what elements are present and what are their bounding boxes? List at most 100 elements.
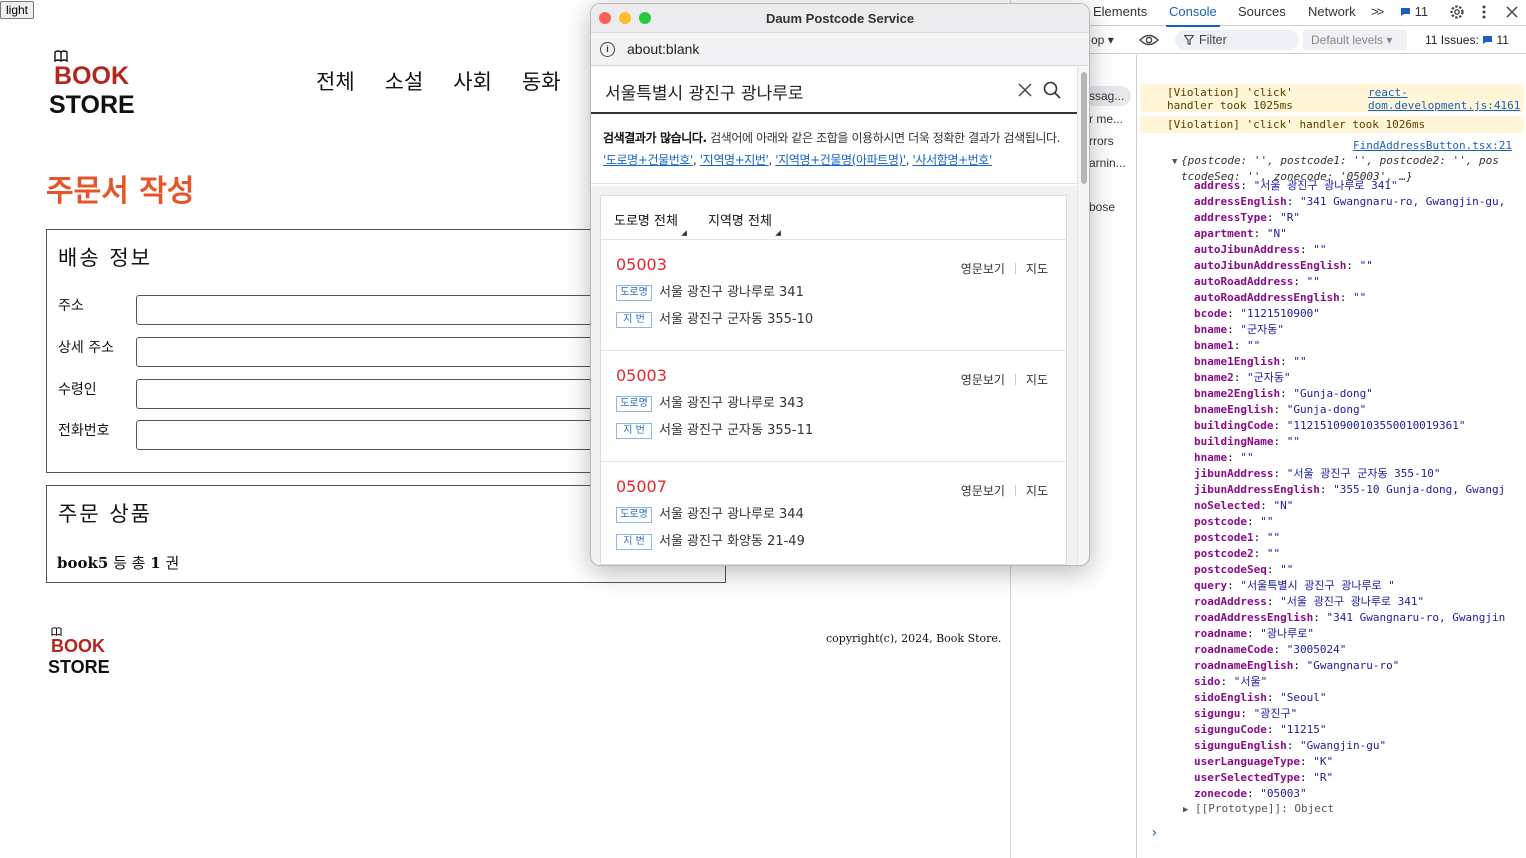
context-label: op [1091,33,1105,47]
english-view-link[interactable]: 영문보기 [961,484,1005,498]
english-view-link[interactable]: 영문보기 [961,373,1005,387]
nav-item-society[interactable]: 사회 [453,66,492,96]
object-property-row: userSelectedType: "R" [1194,771,1334,784]
property-key: roadAddress [1194,595,1267,608]
tab-sources[interactable]: Sources [1238,4,1286,19]
eye-icon[interactable] [1139,33,1159,47]
english-view-link[interactable]: 영문보기 [961,262,1005,276]
more-tabs-button[interactable]: >> [1371,4,1384,19]
object-property-row: userLanguageType: "K" [1194,755,1334,768]
hint-pobox[interactable]: '사서함명+번호' [913,153,993,167]
issues-count: 11 [1496,33,1509,47]
detail-address-label: 상세 주소 [58,340,114,356]
region-filter-dropdown[interactable]: 지역명 전체 [708,210,781,236]
source-link[interactable]: FindAddressButton.tsx:21 [1353,139,1512,152]
property-key: roadnameEnglish [1194,659,1294,672]
property-key: apartment [1194,227,1254,240]
map-link[interactable]: 지도 [1026,484,1048,498]
object-property-row: roadnameEnglish: "Gwangnaru-ro" [1194,659,1400,672]
tab-console[interactable]: Console [1166,4,1220,27]
zip-code[interactable]: 05003 [616,255,667,274]
hint-region-jibun[interactable]: '지역명+지번' [700,153,769,167]
expand-triangle-icon[interactable]: ▼ [1172,154,1177,170]
object-property-row: autoRoadAddress: "" [1194,275,1320,288]
object-property-row: zonecode: "05003" [1194,787,1307,800]
hint-road-building[interactable]: '도로명+건물번호' [603,153,693,167]
popup-scrollbar[interactable] [1077,67,1089,565]
property-key: autoJibunAddress [1194,243,1300,256]
object-property-row: sido: "서울" [1194,675,1268,688]
property-value: "" [1247,339,1261,352]
levels-label: Default levels [1311,33,1384,47]
sidebar-item-user-messages[interactable]: r me... [1089,112,1123,126]
category-nav: 전체 소설 사회 동화 [316,66,561,96]
property-key: jibunAddressEnglish [1194,483,1320,496]
object-property-row: roadAddressEnglish: "341 Gwangnaru-ro, G… [1194,611,1506,624]
tab-elements[interactable]: Elements [1093,4,1147,19]
gear-icon[interactable] [1449,4,1465,20]
console-prompt[interactable]: › [1150,825,1158,841]
jibun-tag: 지 번 [616,312,652,328]
jibun-address[interactable]: 지 번 서울 광진구 화양동 21-49 [616,530,805,550]
map-link[interactable]: 지도 [1026,373,1048,387]
object-property-row: bname1: "" [1194,339,1261,352]
result-item[interactable]: 05003 영문보기 지도 도로명 서울 광진구 광나루로 341 지 번 서울 광진… [601,240,1066,351]
result-item[interactable]: 05007 영문보기 지도 도로명 서울 광진구 광나루로 344 지 번 서울 광진… [601,462,1066,565]
object-property-row: bname1English: "" [1194,355,1307,368]
page-title: 주문서 작성 [46,174,195,209]
violation-text: [Violation] 'click' handler took 1026ms [1167,118,1426,131]
zip-code[interactable]: 05003 [616,366,667,385]
hint-region-building[interactable]: '지역명+건물명(아파트명)' [775,153,906,167]
receiver-label: 수령인 [58,382,97,398]
nav-item-all[interactable]: 전체 [316,66,355,96]
context-selector[interactable]: op ▾ [1091,33,1114,47]
property-key: sigunguCode [1194,723,1267,736]
jibun-address[interactable]: 지 번 서울 광진구 군자동 355-11 [616,419,813,439]
map-link[interactable]: 지도 [1026,262,1048,276]
sidebar-item-errors[interactable]: rrors [1089,134,1114,148]
road-filter-dropdown[interactable]: 도로명 전체 [614,210,687,236]
notice-title: 검색결과가 많습니다. [603,131,707,145]
filter-icon [1184,35,1194,45]
search-input[interactable]: 서울특별시 광진구 광나루로 [605,79,804,104]
console-filter-input[interactable]: Filter [1175,30,1299,50]
property-key: postcode [1194,515,1247,528]
road-address[interactable]: 도로명 서울 광진구 광나루로 341 [616,281,804,301]
jibun-tag: 지 번 [616,423,652,439]
close-devtools-icon[interactable] [1506,6,1518,18]
prototype-row[interactable]: ▶ [[Prototype]]: Object [1183,802,1334,815]
object-property-row: postcode2: "" [1194,547,1281,560]
tab-network[interactable]: Network [1308,4,1356,19]
sidebar-item-warnings[interactable]: arnin... [1089,156,1126,170]
source-link[interactable]: react-dom.development.js:4161 [1368,86,1524,112]
nav-item-fairytale[interactable]: 동화 [522,66,561,96]
kebab-menu-icon[interactable] [1482,5,1486,19]
sidebar-item-messages[interactable]: ssag... [1083,86,1131,106]
jibun-address-text: 서울 광진구 군자동 355-11 [659,423,814,438]
message-icon [1401,8,1410,16]
property-key: bname1 [1194,339,1234,352]
property-value: "05003" [1260,787,1307,800]
result-item[interactable]: 05003 영문보기 지도 도로명 서울 광진구 광나루로 343 지 번 서울 광진… [601,351,1066,462]
property-value: "" [1352,291,1367,304]
road-address[interactable]: 도로명 서울 광진구 광나루로 344 [616,503,804,523]
scrollbar-thumb[interactable] [1081,72,1087,184]
zip-code[interactable]: 05007 [616,477,667,496]
message-count-badge[interactable]: 11 [1400,4,1428,19]
property-value: "Gwangnaru-ro" [1306,659,1400,672]
search-icon[interactable] [1043,81,1061,99]
divider [1014,263,1016,274]
road-address[interactable]: 도로명 서울 광진구 광나루로 343 [616,392,804,412]
nav-item-novel[interactable]: 소설 [385,66,424,96]
url-text: about:blank [627,41,700,57]
log-levels-dropdown[interactable]: Default levels ▾ [1303,30,1407,50]
info-icon[interactable]: i [600,42,615,57]
copyright-text: copyright(c), 2024, Book Store. [826,632,1002,645]
caret-icon [775,230,781,236]
issues-button[interactable]: 11 Issues: 11 [1425,33,1509,47]
jibun-address[interactable]: 지 번 서울 광진구 군자동 355-10 [616,308,813,328]
window-titlebar[interactable]: Daum Postcode Service [591,4,1089,33]
sidebar-item-verbose[interactable]: bose [1089,200,1115,214]
theme-toggle-button[interactable]: light [0,1,35,19]
clear-icon[interactable] [1017,82,1033,98]
